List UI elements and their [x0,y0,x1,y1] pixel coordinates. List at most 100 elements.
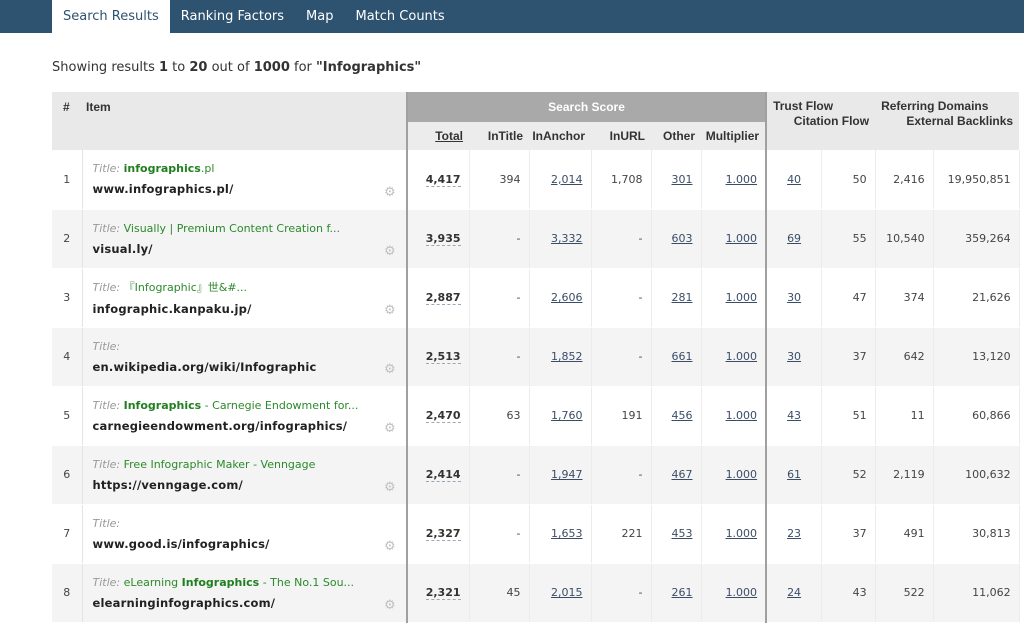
col-header-referring-domains[interactable]: Referring Domains [881,99,1019,114]
inanchor-link[interactable]: 2,014 [551,173,583,186]
total-score-value: 2,321 [425,586,461,600]
gear-icon[interactable]: ⚙ [384,245,396,258]
other-link[interactable]: 453 [672,527,693,540]
total-score-value: 2,327 [425,527,461,541]
multiplier: 1.000 [701,563,768,623]
multiplier-link[interactable]: 1.000 [726,468,758,481]
trust-flow-link[interactable]: 30 [787,350,801,363]
other-link[interactable]: 301 [672,173,693,186]
result-item: Title: 『Infographic』世&#... infographic.ka… [82,268,408,328]
result-url[interactable]: www.infographics.pl/ [93,182,407,196]
gear-icon[interactable]: ⚙ [384,363,396,376]
trust-flow-link[interactable]: 30 [787,291,801,304]
total-score: 2,327 [407,504,470,564]
trust-flow-link[interactable]: 23 [787,527,801,540]
trust-flow-link[interactable]: 61 [787,468,801,481]
trust-flow: 61 [766,445,822,505]
col-header-trust-flow[interactable]: Trust Flow [773,99,875,114]
gear-icon[interactable]: ⚙ [384,304,396,317]
inanchor-score: 1,852 [529,327,592,387]
inanchor-score: 1,653 [529,504,592,564]
inurl-score: - [591,209,652,269]
col-header-external-backlinks[interactable]: External Backlinks [881,114,1019,129]
other-link[interactable]: 261 [672,586,693,599]
result-url[interactable]: en.wikipedia.org/wiki/Infographic [93,360,407,374]
other-link[interactable]: 603 [672,232,693,245]
title-label: Title: [92,281,121,294]
title-text: - Carnegie Endowment for... [201,398,359,412]
top-nav-bar: Search Results Ranking Factors Map Match… [0,0,1024,33]
intitle-score: - [469,209,530,269]
referring-domains: 491 [875,504,934,564]
inanchor-link[interactable]: 1,653 [551,527,583,540]
result-url[interactable]: www.good.is/infographics/ [93,537,407,551]
result-item: Title: Free Infographic Maker - Venngage… [82,445,408,505]
gear-icon[interactable]: ⚙ [384,186,396,199]
col-header-citation-flow[interactable]: Citation Flow [773,114,875,129]
other-link[interactable]: 661 [672,350,693,363]
title-label: Title: [92,575,121,589]
result-item: Title: Visually | Premium Content Creati… [82,209,408,269]
row-number: 2 [52,209,83,269]
multiplier-link[interactable]: 1.000 [726,527,758,540]
other-link[interactable]: 467 [672,468,693,481]
multiplier-link[interactable]: 1.000 [726,232,758,245]
gear-icon[interactable]: ⚙ [384,422,396,435]
trust-flow-link[interactable]: 43 [787,409,801,422]
result-url[interactable]: carnegieendowment.org/infographics/ [93,419,407,433]
inanchor-link[interactable]: 1,760 [551,409,583,422]
summary-to-word: to [168,60,190,75]
title-label: Title: [92,221,121,235]
result-url[interactable]: infographic.kanpaku.jp/ [93,302,407,316]
other-link[interactable]: 456 [672,409,693,422]
intitle-score: 394 [469,150,530,210]
trust-flow-link[interactable]: 24 [787,586,801,599]
trust-flow: 30 [766,327,822,387]
result-title: Title: [93,340,407,353]
trust-flow: 43 [766,386,822,446]
tab-ranking-factors[interactable]: Ranking Factors [170,0,295,33]
gear-icon[interactable]: ⚙ [384,540,396,553]
intitle-score: 45 [469,563,530,623]
tab-search-results[interactable]: Search Results [52,0,170,33]
inanchor-score: 2,015 [529,563,592,623]
inanchor-link[interactable]: 2,015 [551,586,583,599]
result-url[interactable]: visual.ly/ [93,242,407,256]
inanchor-link[interactable]: 3,332 [551,232,583,245]
tab-map[interactable]: Map [295,0,344,33]
tab-match-counts[interactable]: Match Counts [344,0,455,33]
total-score: 2,887 [407,268,470,328]
summary-query: "Infographics" [316,60,422,75]
multiplier: 1.000 [701,150,768,210]
referring-domains: 374 [875,268,934,328]
multiplier-link[interactable]: 1.000 [726,586,758,599]
title-text: eLearning [123,575,182,589]
title-text: Infographics [123,398,202,412]
intitle-score: - [469,268,530,328]
multiplier-link[interactable]: 1.000 [726,173,758,186]
other-link[interactable]: 281 [672,291,693,304]
inanchor-link[interactable]: 1,852 [551,350,583,363]
summary-total: 1000 [253,60,290,75]
multiplier: 1.000 [701,445,768,505]
trust-flow-link[interactable]: 69 [787,232,801,245]
gear-icon[interactable]: ⚙ [384,599,396,612]
multiplier-link[interactable]: 1.000 [726,409,758,422]
result-url[interactable]: https://venngage.com/ [93,478,407,492]
trust-flow-link[interactable]: 40 [787,173,801,186]
total-sort-link[interactable]: Total [435,129,463,143]
trust-flow: 23 [766,504,822,564]
multiplier-link[interactable]: 1.000 [726,291,758,304]
inanchor-link[interactable]: 2,606 [551,291,583,304]
other-score: 456 [651,386,702,446]
multiplier-link[interactable]: 1.000 [726,350,758,363]
table-row: 1 Title: infographics.pl www.infographics.… [52,150,1020,210]
total-score: 4,417 [407,150,470,210]
title-text: Infographics [181,575,260,589]
result-url[interactable]: elearninginfographics.com/ [93,596,407,610]
inanchor-link[interactable]: 1,947 [551,468,583,481]
gear-icon[interactable]: ⚙ [384,481,396,494]
col-header-total[interactable]: Total [406,122,469,150]
table-row: 8 Title: eLearning Infographics - The No.… [52,563,1020,623]
row-number: 5 [52,386,83,446]
